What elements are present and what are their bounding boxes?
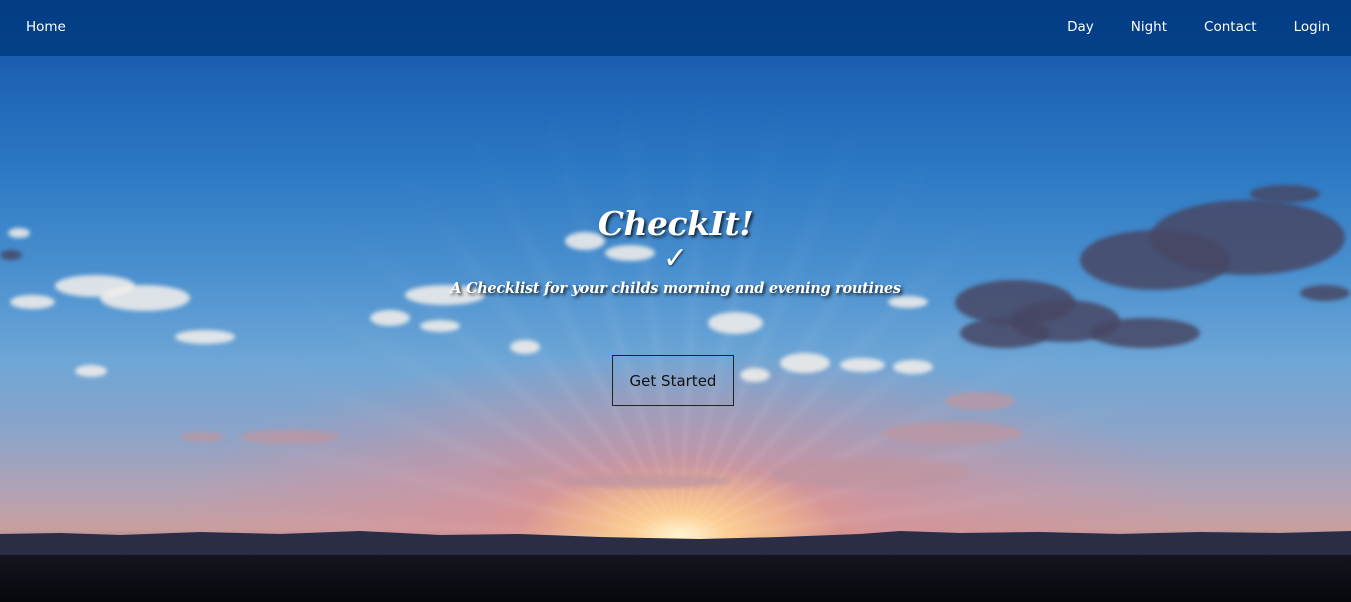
nav-day-link[interactable]: Day [1067, 19, 1094, 35]
checkmark-icon: ✓ [662, 241, 689, 276]
brand-title: CheckIt! [597, 204, 754, 243]
get-started-button[interactable]: Get Started [612, 355, 734, 406]
hero-section: CheckIt! ✓ A Checklist for your childs m… [0, 56, 1351, 602]
nav-home-link[interactable]: Home [26, 19, 66, 35]
nav-contact-link[interactable]: Contact [1204, 19, 1257, 35]
top-navbar: Home Day Night Contact Login [0, 0, 1351, 56]
nav-night-link[interactable]: Night [1131, 19, 1167, 35]
page: Home Day Night Contact Login CheckIt! ✓ … [0, 0, 1351, 602]
hero-tagline: A Checklist for your childs morning and … [450, 280, 901, 297]
nav-right-links: Day Night Contact Login [1067, 19, 1330, 35]
nav-login-link[interactable]: Login [1294, 19, 1330, 35]
